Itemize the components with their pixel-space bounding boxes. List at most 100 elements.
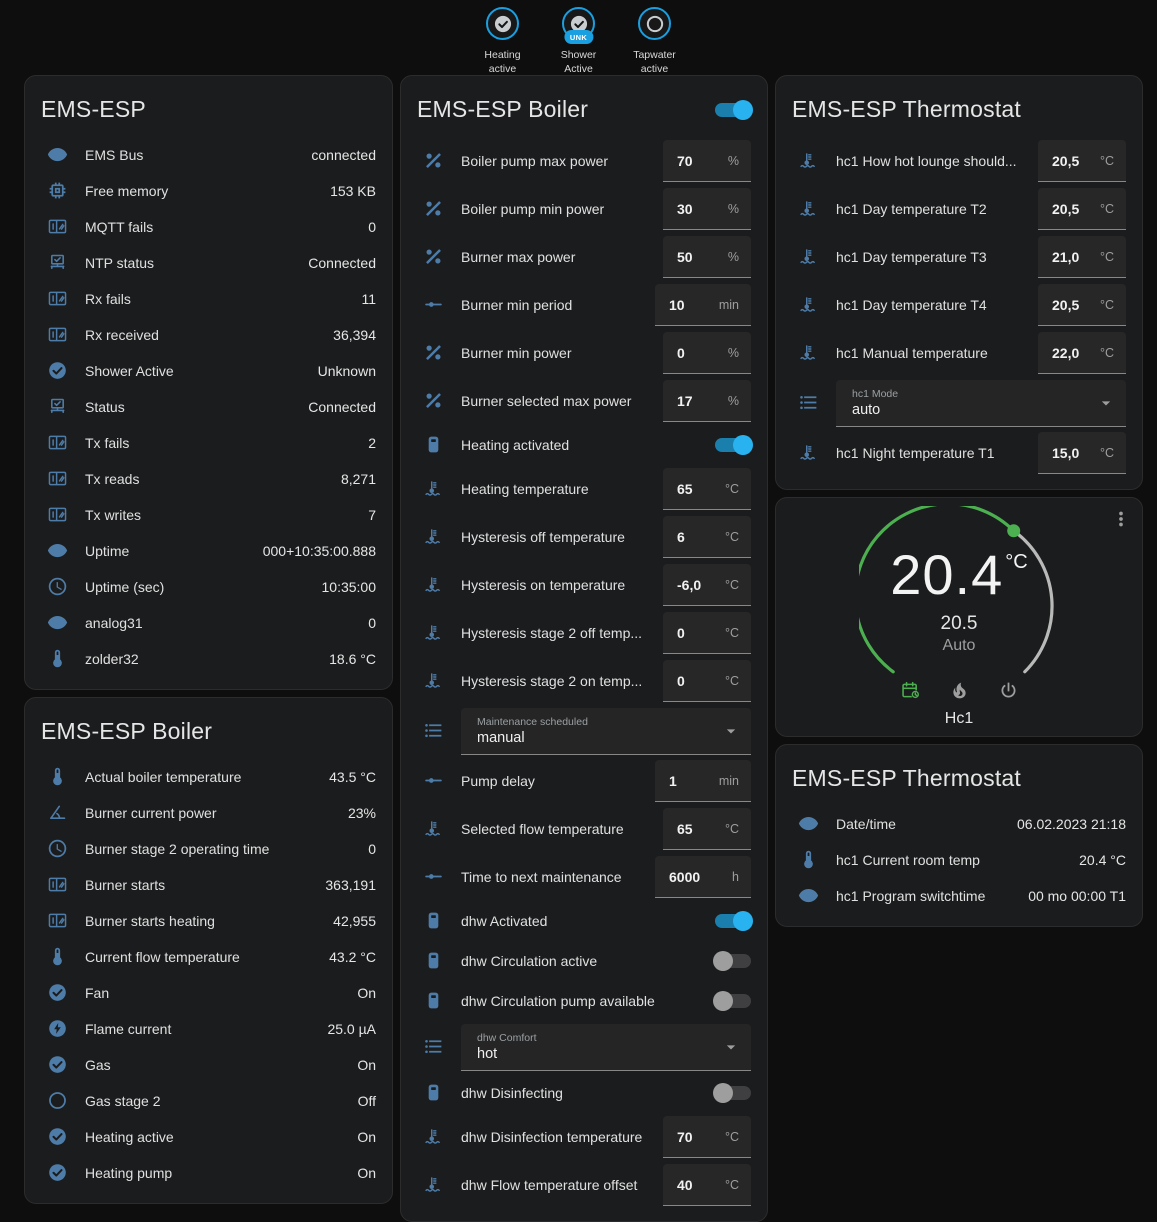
power-icon[interactable]: [998, 680, 1019, 701]
number-input[interactable]: 70 °C: [663, 1116, 751, 1158]
entity-row[interactable]: Date/time 06.02.2023 21:18: [792, 806, 1126, 842]
badge-shower-active[interactable]: UNK Shower Active: [548, 7, 610, 76]
entity-row[interactable]: Fan On: [41, 975, 376, 1011]
entity-value: connected: [311, 147, 376, 163]
number-input[interactable]: 20,5 °C: [1038, 140, 1126, 182]
card-thermostat-controls: EMS-ESP Thermostat hc1 How hot lounge sh…: [775, 75, 1143, 490]
entity-row[interactable]: Rx fails 11: [41, 281, 376, 317]
toggle-switch[interactable]: [715, 1086, 751, 1100]
number-input[interactable]: 0 %: [663, 332, 751, 374]
card-boiler-controls: EMS-ESP Boiler Boiler pump max power 70 …: [400, 75, 768, 1222]
badge-heating-active[interactable]: Heating active: [472, 7, 534, 76]
entity-label: Rx fails: [85, 291, 351, 307]
select-input[interactable]: hc1 Mode auto: [836, 380, 1126, 427]
toggle-switch[interactable]: [715, 954, 751, 968]
number-input[interactable]: 40 °C: [663, 1164, 751, 1206]
percent-icon: [421, 245, 445, 269]
entity-value: 20.4 °C: [1079, 852, 1126, 868]
number-input[interactable]: -6,0 °C: [663, 564, 751, 606]
toggle-switch[interactable]: [715, 438, 751, 452]
entity-row[interactable]: hc1 Program switchtime 00 mo 00:00 T1: [792, 878, 1126, 914]
entity-row[interactable]: Heating active On: [41, 1119, 376, 1155]
number-input[interactable]: 70 %: [663, 140, 751, 182]
number-input[interactable]: 6000 h: [655, 856, 751, 898]
select-input[interactable]: dhw Comfort hot: [461, 1024, 751, 1071]
card-thermostat-dial[interactable]: 20.4°C 20.5 Auto Hc1: [775, 497, 1143, 737]
counter-icon: [45, 467, 69, 491]
entity-label: hc1 Program switchtime: [836, 888, 1018, 904]
check-circle-icon: [45, 1125, 69, 1149]
entity-row[interactable]: Actual boiler temperature 43.5 °C: [41, 759, 376, 795]
number-input[interactable]: 22,0 °C: [1038, 332, 1126, 374]
badge-tapwater-active[interactable]: Tapwater active: [624, 7, 686, 76]
entity-row[interactable]: analog31 0: [41, 605, 376, 641]
entity-row[interactable]: Rx received 36,394: [41, 317, 376, 353]
number-input[interactable]: 50 %: [663, 236, 751, 278]
fire-icon[interactable]: [949, 680, 970, 701]
number-input[interactable]: 1 min: [655, 760, 751, 802]
entity-row[interactable]: MQTT fails 0: [41, 209, 376, 245]
entity-row[interactable]: Flame current 25.0 µA: [41, 1011, 376, 1047]
entity-value: 363,191: [325, 877, 376, 893]
entity-label: hc1 Manual temperature: [836, 345, 1038, 361]
number-input[interactable]: 6 °C: [663, 516, 751, 558]
dial-handle[interactable]: [1007, 524, 1020, 537]
entity-row[interactable]: Tx writes 7: [41, 497, 376, 533]
entity-value: 0: [368, 841, 376, 857]
network-check-icon: [45, 251, 69, 275]
calendar-clock-icon[interactable]: [900, 680, 921, 701]
toggle-switch[interactable]: [715, 914, 751, 928]
number-input[interactable]: 0 °C: [663, 612, 751, 654]
entity-row[interactable]: hc1 Current room temp 20.4 °C: [792, 842, 1126, 878]
check-icon: [492, 13, 514, 35]
entity-row[interactable]: Burner starts 363,191: [41, 867, 376, 903]
entity-row: dhw Disinfection temperature 70 °C: [417, 1113, 751, 1161]
entity-row: hc1 Manual temperature 22,0 °C: [792, 329, 1126, 377]
entity-row[interactable]: Uptime 000+10:35:00.888: [41, 533, 376, 569]
number-value: 70: [677, 1129, 693, 1145]
entity-row[interactable]: Gas On: [41, 1047, 376, 1083]
number-input[interactable]: 21,0 °C: [1038, 236, 1126, 278]
number-input[interactable]: 17 %: [663, 380, 751, 422]
entity-row[interactable]: Tx fails 2: [41, 425, 376, 461]
entity-row[interactable]: NTP status Connected: [41, 245, 376, 281]
entity-row[interactable]: Burner stage 2 operating time 0: [41, 831, 376, 867]
number-unit: h: [732, 870, 739, 884]
number-input[interactable]: 65 °C: [663, 468, 751, 510]
entity-row[interactable]: zolder32 18.6 °C: [41, 641, 376, 677]
entity-value: Connected: [308, 255, 376, 271]
eye-icon: [796, 812, 820, 836]
number-input[interactable]: 30 %: [663, 188, 751, 230]
select-input[interactable]: Maintenance scheduled manual: [461, 708, 751, 755]
check-circle-icon: [45, 1161, 69, 1185]
chevron-down-icon: [1096, 393, 1116, 413]
entity-label: Heating pump: [85, 1165, 347, 1181]
entity-value: 7: [368, 507, 376, 523]
card-header-toggle[interactable]: [715, 103, 751, 117]
number-input[interactable]: 65 °C: [663, 808, 751, 850]
entity-row[interactable]: Heating pump On: [41, 1155, 376, 1191]
entity-row[interactable]: Gas stage 2 Off: [41, 1083, 376, 1119]
entity-label: Burner max power: [461, 249, 663, 265]
entity-row[interactable]: Status Connected: [41, 389, 376, 425]
toggle-switch[interactable]: [715, 994, 751, 1008]
number-input[interactable]: 0 °C: [663, 660, 751, 702]
entity-row[interactable]: Uptime (sec) 10:35:00: [41, 569, 376, 605]
number-value: 20,5: [1052, 201, 1079, 217]
entity-row[interactable]: Tx reads 8,271: [41, 461, 376, 497]
entity-label: dhw Circulation active: [461, 953, 715, 969]
number-input[interactable]: 20,5 °C: [1038, 188, 1126, 230]
entity-row[interactable]: Free memory 153 KB: [41, 173, 376, 209]
number-value: 17: [677, 393, 693, 409]
number-input[interactable]: 20,5 °C: [1038, 284, 1126, 326]
number-input[interactable]: 15,0 °C: [1038, 432, 1126, 474]
entity-row[interactable]: Burner starts heating 42,955: [41, 903, 376, 939]
entity-row[interactable]: Shower Active Unknown: [41, 353, 376, 389]
toggle-knob: [733, 911, 753, 931]
dots-vertical-icon[interactable]: [1110, 508, 1132, 530]
entity-row[interactable]: Burner current power 23%: [41, 795, 376, 831]
entity-label: dhw Activated: [461, 913, 715, 929]
number-input[interactable]: 10 min: [655, 284, 751, 326]
entity-row[interactable]: Current flow temperature 43.2 °C: [41, 939, 376, 975]
entity-row[interactable]: EMS Bus connected: [41, 137, 376, 173]
